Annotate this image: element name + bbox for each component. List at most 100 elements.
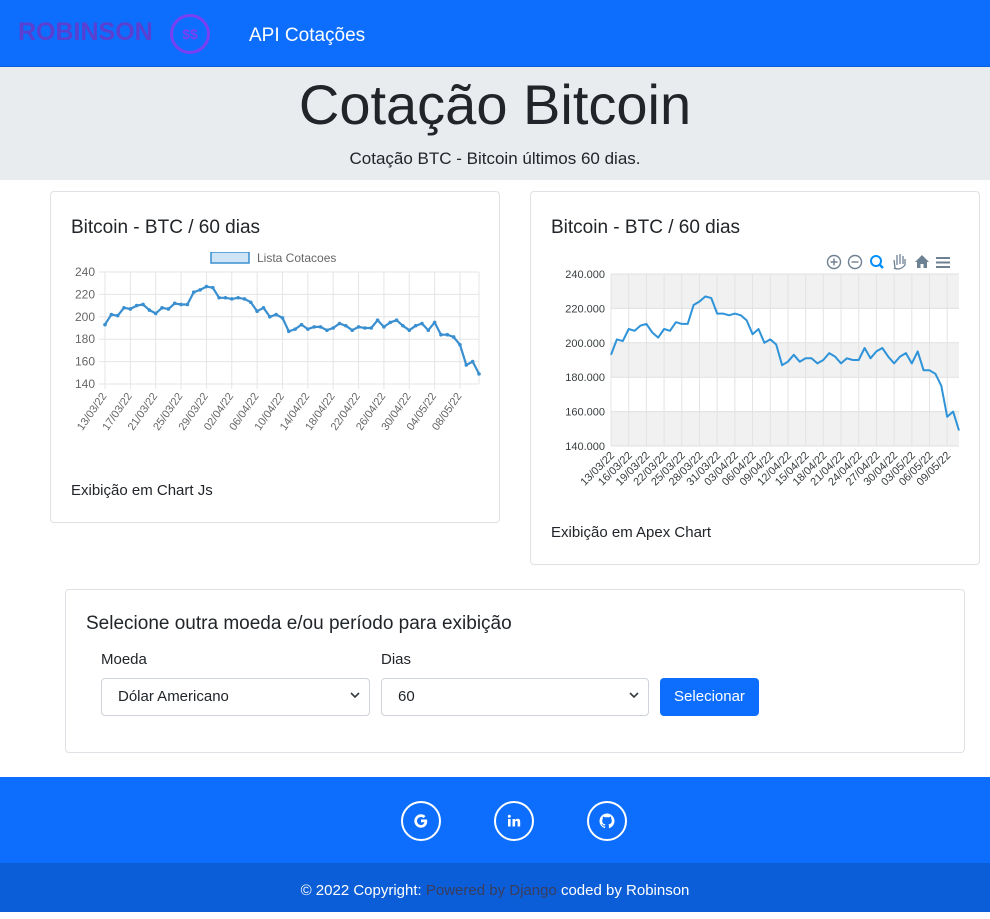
moeda-select-value: Dólar Americano	[118, 688, 229, 705]
google-link[interactable]	[401, 801, 441, 841]
data-point	[394, 318, 399, 322]
footer	[0, 777, 990, 863]
page-title: Cotação Bitcoin	[298, 73, 692, 136]
data-point	[413, 323, 418, 328]
y-tick-label: 220.000	[565, 303, 605, 315]
data-point	[451, 335, 456, 339]
zoom-in-icon-plus	[830, 258, 838, 266]
grid-band	[611, 377, 959, 412]
y-tick-label: 160.000	[565, 407, 605, 419]
dias-select[interactable]: 60	[381, 678, 649, 716]
selection-zoom-icon	[870, 255, 884, 269]
dias-select-value: 60	[398, 688, 415, 705]
data-point	[382, 325, 386, 329]
data-point	[401, 323, 405, 328]
y-tick-label: 200	[75, 310, 95, 324]
grid-band	[611, 411, 959, 446]
data-point	[153, 311, 158, 316]
data-point	[445, 332, 450, 337]
selection-zoom-icon-handle	[878, 263, 884, 269]
data-point	[109, 312, 114, 317]
chartjs-caption: Exibição em Chart Js	[71, 482, 213, 499]
apex-chart: 240.000 220.000 200.000 180.000 160.000 140.0…	[565, 254, 960, 488]
chartjs-chart: Lista Cotacoes24022020018016014013/03/22…	[75, 252, 481, 433]
data-point	[287, 329, 291, 334]
y-tick-label: 160	[75, 355, 95, 369]
data-point	[236, 295, 240, 300]
y-tick-label: 140	[75, 377, 95, 391]
data-point	[299, 322, 304, 327]
grid-band	[611, 308, 959, 343]
y-tick-label: 240	[75, 265, 95, 279]
selection-form-card: Selecione outra moeda e/ou período para …	[65, 589, 965, 753]
data-point	[191, 290, 196, 294]
data-point	[470, 359, 475, 364]
data-point	[242, 297, 247, 301]
nav-link-api-cotacoes[interactable]: API Cotações	[249, 25, 365, 47]
data-point	[172, 301, 177, 306]
data-point	[229, 297, 234, 301]
data-point	[261, 306, 266, 310]
copyright-suffix: coded by Robinson	[560, 882, 690, 899]
data-point	[160, 306, 164, 310]
data-point	[325, 328, 329, 333]
data-point	[350, 328, 355, 333]
data-point	[439, 332, 443, 337]
linkedin-link[interactable]	[494, 801, 534, 841]
chevron-down-icon	[629, 692, 639, 699]
y-tick-label: 180.000	[565, 372, 605, 384]
data-point	[223, 295, 228, 300]
apex-card: Bitcoin - BTC / 60 dias 240.000 220.000 20…	[530, 191, 980, 565]
data-point	[268, 315, 272, 319]
google-icon	[414, 814, 428, 828]
pan-hand-icon	[893, 254, 906, 270]
github-icon	[599, 813, 615, 829]
data-point	[198, 288, 202, 292]
data-point	[407, 328, 412, 333]
brand-logo[interactable]: ROBINSON	[18, 18, 153, 47]
apex-caption: Exibição em Apex Chart	[551, 524, 712, 541]
data-point	[293, 327, 297, 331]
powered-by-django-link[interactable]: Powered by Django	[426, 882, 557, 899]
page-subtitle: Cotação BTC - Bitcoin últimos 60 dias.	[349, 149, 641, 168]
data-point	[255, 309, 259, 313]
data-point	[122, 306, 126, 310]
legend-label: Lista Cotacoes	[257, 252, 336, 265]
data-point	[280, 316, 285, 320]
y-tick-label: 180	[75, 332, 95, 346]
grid-band	[611, 342, 959, 378]
data-point	[306, 327, 310, 331]
data-point	[274, 312, 278, 317]
data-point	[318, 325, 323, 329]
data-point	[344, 323, 348, 328]
data-point	[147, 308, 152, 312]
data-point	[388, 320, 393, 325]
data-point	[426, 328, 431, 333]
data-point	[464, 363, 469, 367]
brand-dollar-icon[interactable]: $$	[170, 14, 210, 54]
data-point	[179, 302, 183, 307]
data-point	[369, 326, 374, 330]
data-point	[458, 343, 462, 347]
data-point	[477, 372, 481, 376]
data-point	[420, 321, 424, 326]
home-reset-icon	[915, 255, 929, 268]
data-point	[134, 303, 139, 308]
data-point	[337, 321, 342, 326]
data-point	[356, 325, 361, 329]
github-link[interactable]	[587, 801, 627, 841]
chartjs-card-title: Bitcoin - BTC / 60 dias	[71, 217, 261, 238]
y-tick-label: 220	[75, 287, 95, 301]
data-point	[248, 300, 253, 305]
hero-banner: Cotação Bitcoin Cotação BTC - Bitcoin úl…	[0, 67, 990, 180]
selecionar-button[interactable]: Selecionar	[660, 678, 759, 716]
y-tick-label: 200.000	[565, 338, 605, 350]
data-point	[331, 326, 336, 330]
zoom-out-icon	[847, 254, 863, 270]
legend-swatch	[210, 252, 250, 264]
moeda-select[interactable]: Dólar Americano	[101, 678, 370, 716]
data-point	[185, 302, 190, 307]
chevron-down-icon	[350, 692, 360, 699]
data-point	[375, 318, 380, 322]
data-point	[432, 320, 437, 325]
